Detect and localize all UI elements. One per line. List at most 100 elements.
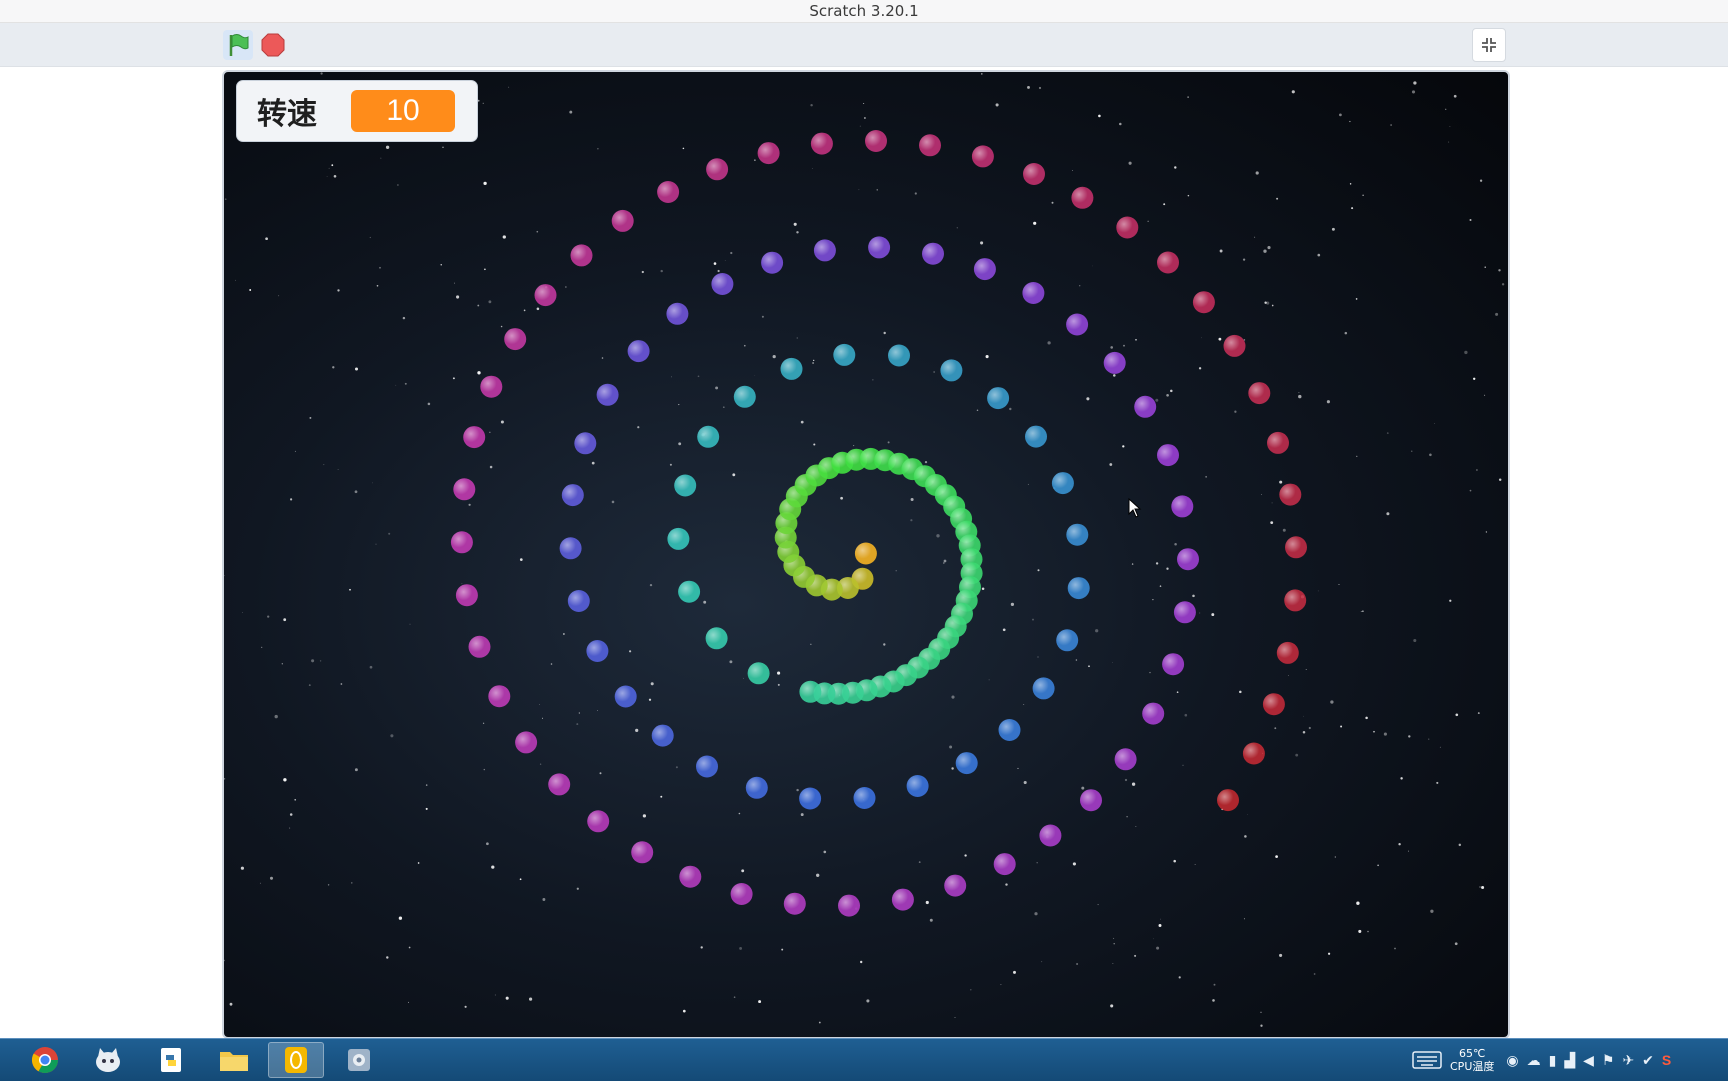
spiral-ball-shine: [1066, 524, 1088, 546]
star: [1260, 1025, 1262, 1027]
spiral-ball-shine: [706, 158, 728, 180]
battery-icon[interactable]: ▮: [1549, 1052, 1557, 1069]
star: [390, 734, 393, 737]
star: [1184, 714, 1187, 717]
star: [1408, 851, 1409, 852]
spiral-ball-shine: [1171, 495, 1193, 517]
star: [996, 103, 999, 106]
spiral-ball-shine: [731, 883, 753, 905]
stage-canvas: [224, 72, 1508, 1037]
spiral-ball-shine: [678, 581, 700, 603]
star: [864, 117, 866, 119]
spiral-ball-shine: [1267, 432, 1289, 454]
volume-icon[interactable]: ◀: [1583, 1052, 1594, 1069]
star: [1279, 954, 1282, 957]
star: [1076, 659, 1078, 661]
green-flag-button[interactable]: [223, 30, 253, 60]
taskbar-settings-app[interactable]: [331, 1042, 387, 1078]
star: [242, 612, 243, 613]
star: [483, 182, 486, 185]
star: [349, 589, 351, 591]
network-icon[interactable]: ◉: [1506, 1052, 1518, 1069]
settings-app-icon: [344, 1045, 374, 1075]
signal-icon[interactable]: ▟: [1564, 1052, 1575, 1069]
star: [612, 501, 615, 504]
taskbar-notes-app[interactable]: [268, 1042, 324, 1078]
star: [1358, 930, 1361, 933]
star: [1276, 198, 1278, 200]
variable-monitor[interactable]: 转速 10: [236, 80, 478, 142]
star: [508, 87, 509, 88]
star: [1109, 463, 1112, 466]
star: [1486, 531, 1487, 532]
spiral-ball-shine: [922, 243, 944, 265]
star: [1350, 183, 1351, 184]
star: [341, 683, 343, 685]
spiral-ball-shine: [451, 531, 473, 553]
star: [1384, 733, 1387, 736]
spiral-ball-shine: [746, 777, 768, 799]
taskbar-scratch[interactable]: [80, 1042, 136, 1078]
star: [683, 1010, 686, 1013]
star: [739, 813, 741, 815]
star: [1092, 266, 1093, 267]
star: [503, 235, 506, 238]
star: [524, 310, 526, 312]
spiral-ball-shine: [666, 303, 688, 325]
star: [877, 189, 878, 190]
spiral-ball-shine: [574, 432, 596, 454]
star: [1362, 610, 1364, 612]
spiral-ball-shine: [919, 134, 941, 156]
taskbar-file-explorer[interactable]: [206, 1042, 262, 1078]
star: [1298, 392, 1299, 393]
star: [1187, 96, 1188, 97]
star: [1038, 657, 1039, 658]
spiral-ball-shine: [999, 719, 1021, 741]
input-method-icon[interactable]: S: [1662, 1052, 1671, 1068]
spiral-ball-shine: [548, 773, 570, 795]
scratch-cat-icon: [92, 1045, 124, 1075]
star: [1112, 662, 1113, 663]
shield-icon[interactable]: ✔: [1642, 1052, 1654, 1069]
star: [331, 164, 333, 166]
star: [883, 332, 885, 334]
spiral-ball-shine: [888, 345, 910, 367]
star: [1153, 938, 1154, 939]
spiral-ball-shine: [811, 133, 833, 155]
stop-button[interactable]: [260, 32, 286, 58]
star: [565, 286, 566, 287]
spiral-ball-shine: [1039, 825, 1061, 847]
star: [801, 813, 804, 816]
star: [934, 371, 935, 372]
star: [1212, 999, 1215, 1002]
star: [1199, 367, 1201, 369]
star: [823, 851, 826, 854]
spiral-ball-shine: [1023, 163, 1045, 185]
spiral-ball-shine: [865, 130, 887, 152]
exit-fullscreen-button[interactable]: [1472, 28, 1506, 62]
star: [949, 746, 952, 749]
cloud-icon[interactable]: ☁: [1527, 1052, 1541, 1069]
star: [1132, 783, 1135, 786]
star: [1079, 285, 1080, 286]
scratch-stage[interactable]: 转速 10: [222, 70, 1510, 1039]
taskbar-python[interactable]: [143, 1042, 199, 1078]
star: [1328, 953, 1330, 955]
spiral-ball-shine: [1193, 291, 1215, 313]
star: [1149, 672, 1150, 673]
star: [1449, 126, 1450, 127]
star: [488, 300, 491, 303]
star: [1017, 768, 1018, 769]
security-icon[interactable]: ✈: [1622, 1052, 1634, 1069]
star: [754, 159, 755, 160]
flag-alert-icon[interactable]: ⚑: [1602, 1052, 1615, 1069]
star: [1295, 754, 1298, 757]
star: [643, 814, 646, 817]
taskbar-chrome[interactable]: [17, 1042, 73, 1078]
star: [1243, 258, 1245, 260]
spiral-ball-shine: [1224, 335, 1246, 357]
keyboard-icon[interactable]: [1412, 1051, 1442, 1069]
star: [563, 633, 565, 635]
star: [477, 371, 480, 374]
star: [1413, 81, 1416, 84]
